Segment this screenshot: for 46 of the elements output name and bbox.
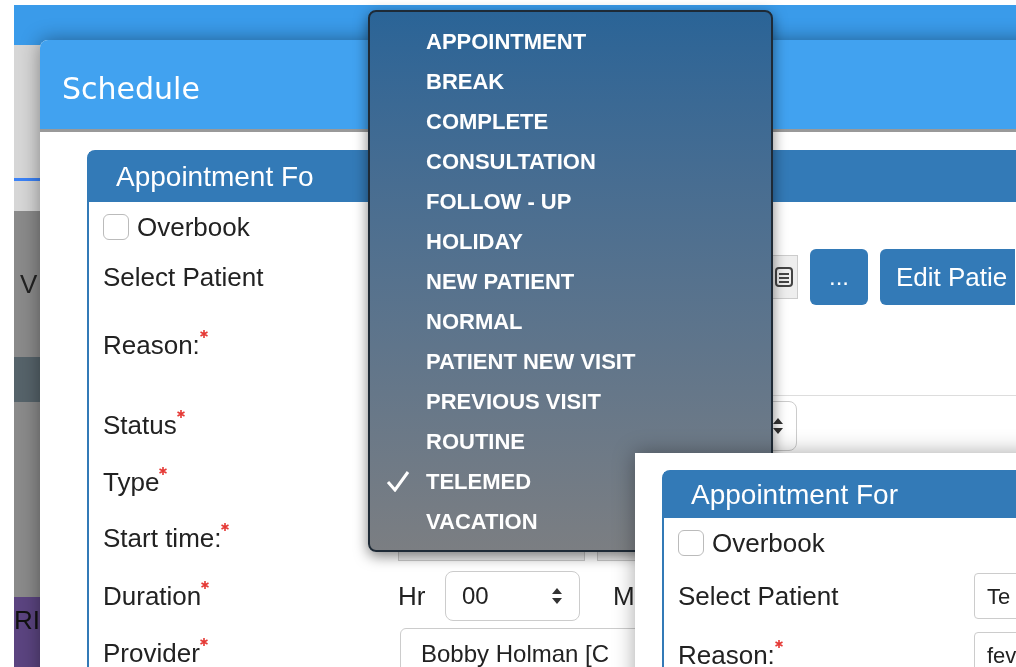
hours-label: Hr <box>398 579 427 613</box>
sort-arrows-icon <box>551 586 563 606</box>
menu-item[interactable]: NEW PATIENT <box>370 261 771 301</box>
field-label: Start time: <box>103 522 222 555</box>
field-label: Select Patient <box>678 579 839 613</box>
dialog-title: Schedule <box>62 70 200 108</box>
required-asterisk-icon <box>199 638 208 646</box>
panel-title: Appointment Fo <box>116 160 314 194</box>
menu-item[interactable]: PREVIOUS VISIT <box>370 381 771 421</box>
text-field[interactable]: fev <box>974 632 1016 667</box>
panel-title: Appointment For <box>691 478 898 512</box>
required-asterisk-icon <box>201 580 210 589</box>
field-label: Select Patient <box>103 260 264 294</box>
required-asterisk-icon <box>159 466 168 475</box>
field-label: Provider <box>103 637 200 667</box>
minutes-label: M <box>613 579 635 613</box>
edit-patient-button[interactable]: Edit Patie <box>880 249 1016 305</box>
list-icon <box>775 267 793 287</box>
more-button[interactable]: ... <box>810 249 868 305</box>
menu-item[interactable]: HOLIDAY <box>370 221 771 261</box>
menu-item[interactable]: FOLLOW - UP <box>370 181 771 221</box>
field-label: Status <box>103 409 177 442</box>
checkbox-label: Overbook <box>712 526 825 560</box>
field-label: Reason: <box>103 329 200 362</box>
menu-item[interactable]: APPOINTMENT <box>370 21 771 61</box>
background-text: RI <box>14 607 40 633</box>
menu-item[interactable]: NORMAL <box>370 301 771 341</box>
menu-item[interactable]: ROUTINE <box>370 421 771 461</box>
checkbox[interactable] <box>103 214 129 240</box>
checkbox[interactable] <box>678 530 704 556</box>
field-label: Type <box>103 465 160 499</box>
menu-item[interactable]: PATIENT NEW VISIT <box>370 341 771 381</box>
menu-item[interactable]: COMPLETE <box>370 101 771 141</box>
field-label: Duration <box>103 579 202 613</box>
background-text: V <box>19 271 39 297</box>
required-asterisk-icon <box>221 523 230 531</box>
hours-select[interactable]: 00 <box>445 571 580 621</box>
field-label: Reason: <box>678 638 775 667</box>
menu-item[interactable]: CONSULTATION <box>370 141 771 181</box>
checkbox-label: Overbook <box>137 210 250 244</box>
text-field[interactable]: Te <box>974 573 1016 619</box>
required-asterisk-icon <box>199 330 208 338</box>
check-icon <box>386 470 410 492</box>
menu-item[interactable]: BREAK <box>370 61 771 101</box>
required-asterisk-icon <box>774 639 783 648</box>
required-asterisk-icon <box>176 410 185 418</box>
